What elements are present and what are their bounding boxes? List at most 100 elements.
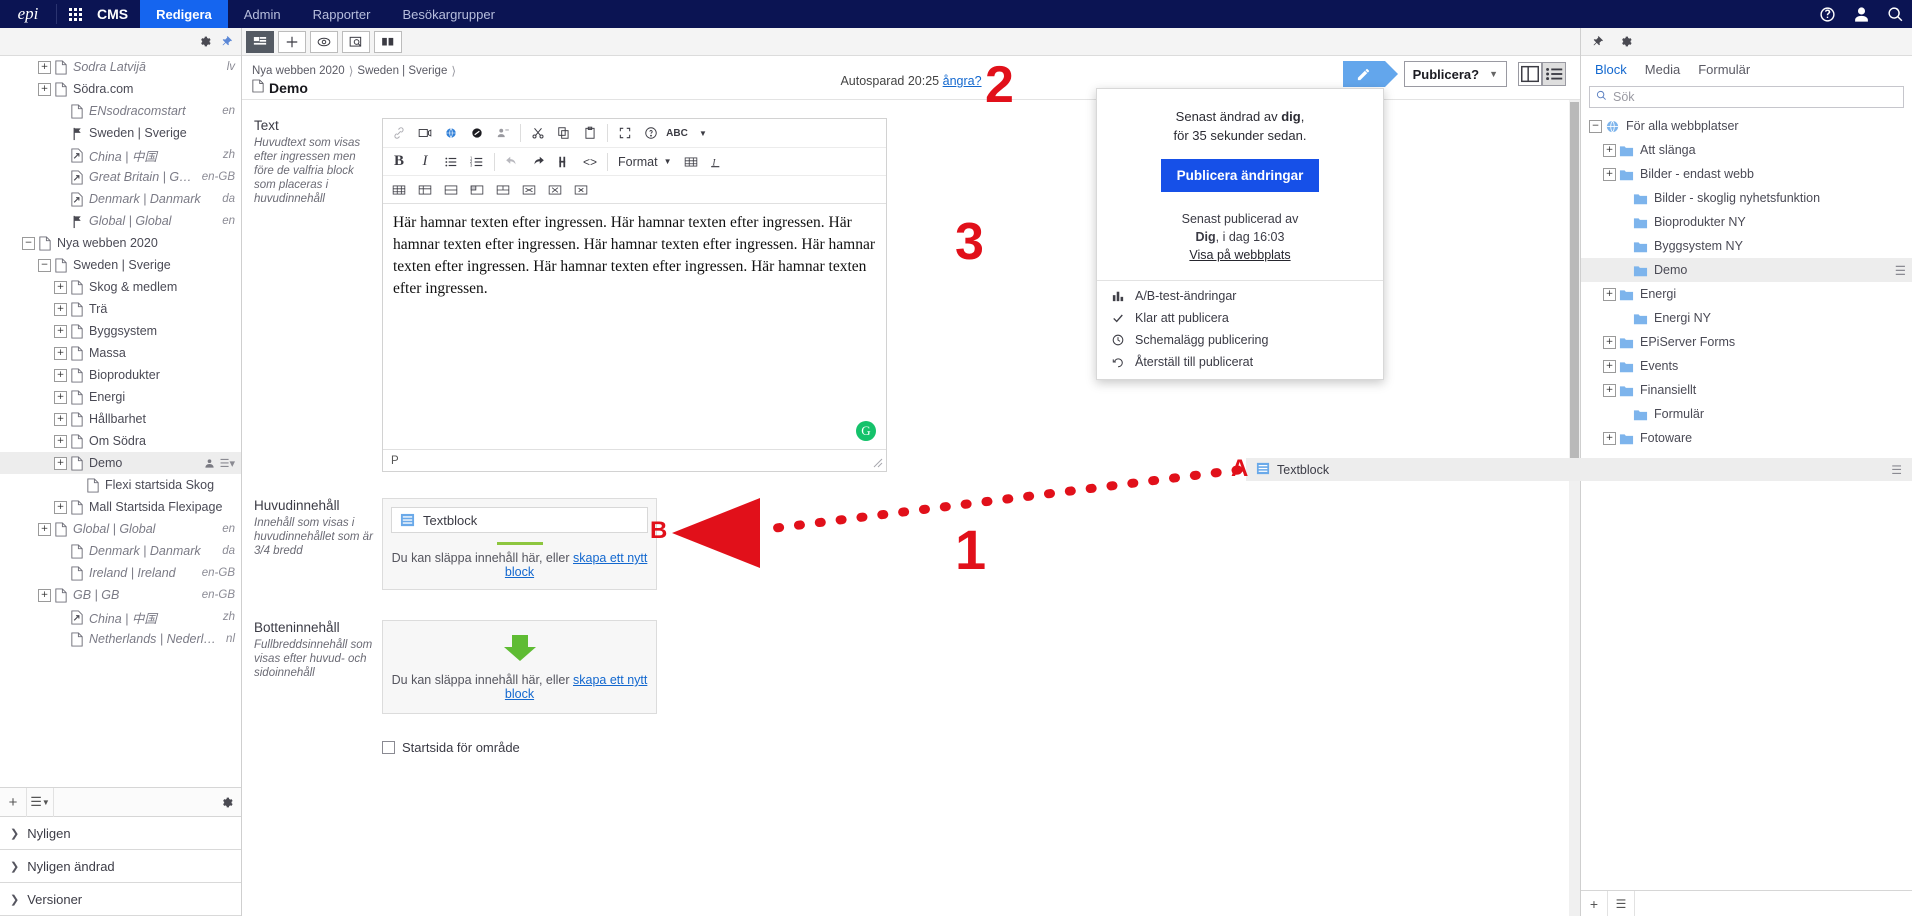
tree-row[interactable]: + Demo ☰▾ bbox=[0, 452, 241, 474]
expand-icon[interactable]: + bbox=[54, 302, 67, 316]
tree-row[interactable]: ENsodracomstart en bbox=[0, 100, 241, 122]
source-code-icon[interactable]: <> bbox=[577, 150, 603, 174]
rte-content-area[interactable]: Här hamnar texten efter ingressen. Här h… bbox=[383, 204, 886, 449]
tree-row[interactable]: + Mall Startsida Flexipage bbox=[0, 496, 241, 518]
tree-row[interactable]: + Sodra Latvijā lv bbox=[0, 56, 241, 78]
expand-icon[interactable]: + bbox=[38, 522, 51, 536]
spellcheck-icon[interactable]: ABC bbox=[664, 121, 690, 145]
add-page-button[interactable]: + bbox=[0, 787, 27, 817]
expand-icon[interactable]: + bbox=[1603, 143, 1616, 157]
undo-autosave-link[interactable]: ångra? bbox=[943, 74, 982, 88]
fullscreen-icon[interactable] bbox=[612, 121, 638, 145]
publish-dropdown-panel[interactable]: Senast ändrad av dig, för 35 sekunder se… bbox=[1096, 88, 1384, 380]
table-insert-icon[interactable] bbox=[386, 178, 412, 202]
expand-icon[interactable]: + bbox=[38, 588, 51, 602]
expand-icon[interactable]: + bbox=[54, 500, 67, 514]
tree-row[interactable]: + Global | Global en bbox=[0, 518, 241, 540]
tree-row[interactable]: Great Britain | Great Bri... en-GB bbox=[0, 166, 241, 188]
menu-item-ready-to-publish[interactable]: Klar att publicera bbox=[1097, 307, 1383, 329]
tree-menu-button[interactable]: ☰ ▼ bbox=[27, 787, 54, 817]
tree-row[interactable]: + Trä bbox=[0, 298, 241, 320]
tree-row[interactable]: Denmark | Danmark da bbox=[0, 188, 241, 210]
delete-row-icon[interactable] bbox=[516, 178, 542, 202]
tree-row[interactable]: Ireland | Ireland en-GB bbox=[0, 562, 241, 584]
expand-icon[interactable]: + bbox=[54, 412, 67, 426]
collapse-icon[interactable]: − bbox=[38, 258, 51, 272]
find-replace-icon[interactable] bbox=[551, 150, 577, 174]
tree-row[interactable]: + Bioprodukter bbox=[0, 364, 241, 386]
tab-media[interactable]: Media bbox=[1645, 62, 1680, 80]
help-icon[interactable] bbox=[638, 121, 664, 145]
edit-pane-scrollbar[interactable] bbox=[1569, 100, 1580, 916]
expand-icon[interactable]: + bbox=[54, 434, 67, 448]
block-item[interactable]: Textblock bbox=[391, 507, 648, 533]
assets-tree-row[interactable]: + Events bbox=[1581, 354, 1912, 378]
copy-icon[interactable] bbox=[551, 121, 577, 145]
tab-block[interactable]: Block bbox=[1595, 62, 1627, 80]
cut-icon[interactable] bbox=[525, 121, 551, 145]
expand-icon[interactable]: + bbox=[1603, 383, 1616, 397]
assets-tree-row[interactable]: − För alla webbplatser bbox=[1581, 114, 1912, 138]
expand-icon[interactable]: + bbox=[54, 324, 67, 338]
epi-logo[interactable]: epi bbox=[0, 0, 56, 28]
bottom-content-dropzone[interactable]: Du kan släppa innehåll här, eller skapa … bbox=[382, 620, 657, 714]
expand-icon[interactable]: + bbox=[1603, 167, 1616, 181]
tree-row[interactable]: Sweden | Sverige bbox=[0, 122, 241, 144]
assets-tree-row[interactable]: + EPiServer Forms bbox=[1581, 330, 1912, 354]
pin-icon[interactable] bbox=[1587, 31, 1607, 53]
tree-row[interactable]: + Massa bbox=[0, 342, 241, 364]
search-input[interactable]: Sök bbox=[1589, 86, 1904, 108]
pin-icon[interactable] bbox=[215, 31, 237, 53]
table-props-icon[interactable] bbox=[412, 178, 438, 202]
redo-icon[interactable] bbox=[525, 150, 551, 174]
globe-icon[interactable] bbox=[438, 121, 464, 145]
expand-icon[interactable]: + bbox=[1603, 287, 1616, 301]
gear-icon[interactable] bbox=[193, 31, 215, 53]
expand-icon[interactable]: + bbox=[1603, 359, 1616, 373]
nav-item-admin[interactable]: Admin bbox=[228, 0, 297, 28]
context-menu-icon[interactable]: ☰ bbox=[1891, 463, 1902, 477]
gear-icon[interactable] bbox=[211, 796, 241, 809]
assets-tree-row[interactable]: + Energi bbox=[1581, 282, 1912, 306]
delete-col-icon[interactable] bbox=[542, 178, 568, 202]
expand-icon[interactable]: + bbox=[54, 456, 67, 470]
tab-formular[interactable]: Formulär bbox=[1698, 62, 1750, 80]
preview-eye-icon[interactable] bbox=[310, 30, 338, 53]
row-props-icon[interactable] bbox=[438, 178, 464, 202]
assets-tree-row[interactable]: + Fotoware bbox=[1581, 426, 1912, 450]
tree-row[interactable]: + Hållbarhet bbox=[0, 408, 241, 430]
tree-row[interactable]: − Sweden | Sverige bbox=[0, 254, 241, 276]
compare-icon[interactable] bbox=[374, 30, 402, 53]
publish-button[interactable]: Publicera? ▼ bbox=[1403, 61, 1507, 87]
expand-icon[interactable]: + bbox=[54, 346, 67, 360]
bold-icon[interactable]: B bbox=[386, 150, 412, 174]
expand-icon[interactable]: + bbox=[38, 60, 51, 74]
assets-tree-row[interactable]: + Finansiellt bbox=[1581, 378, 1912, 402]
user-icon[interactable] bbox=[1844, 0, 1878, 28]
tree-row[interactable]: + GB | GB en-GB bbox=[0, 584, 241, 606]
add-asset-button[interactable]: + bbox=[1581, 891, 1608, 916]
tree-row[interactable]: Netherlands | Nederland nl bbox=[0, 628, 241, 650]
unlink-user-icon[interactable] bbox=[490, 121, 516, 145]
assets-tree-row[interactable]: + Att slänga bbox=[1581, 138, 1912, 162]
link-icon[interactable] bbox=[386, 121, 412, 145]
resize-grip-icon[interactable] bbox=[873, 458, 883, 468]
expand-icon[interactable]: + bbox=[1603, 335, 1616, 349]
search-icon[interactable] bbox=[1878, 0, 1912, 28]
expand-icon[interactable]: + bbox=[54, 390, 67, 404]
assets-tree-row[interactable]: Bilder - skoglig nyhetsfunktion bbox=[1581, 186, 1912, 210]
nav-item-rapporter[interactable]: Rapporter bbox=[297, 0, 387, 28]
expand-icon[interactable]: + bbox=[54, 368, 67, 382]
navigation-pane-icon[interactable] bbox=[246, 30, 274, 53]
row-tools[interactable]: ☰▾ bbox=[204, 457, 235, 470]
numbered-list-icon[interactable]: 123 bbox=[464, 150, 490, 174]
italic-icon[interactable]: I bbox=[412, 150, 438, 174]
help-icon[interactable] bbox=[1810, 0, 1844, 28]
undo-icon[interactable] bbox=[499, 150, 525, 174]
accordion-versioner[interactable]: ❯ Versioner bbox=[0, 883, 241, 916]
accordion-nyligen[interactable]: ❯ Nyligen bbox=[0, 817, 241, 850]
layout-view-icon[interactable] bbox=[1518, 62, 1542, 86]
tree-row[interactable]: + Om Södra bbox=[0, 430, 241, 452]
tree-row[interactable]: + Södra.com bbox=[0, 78, 241, 100]
inspect-icon[interactable] bbox=[342, 30, 370, 53]
